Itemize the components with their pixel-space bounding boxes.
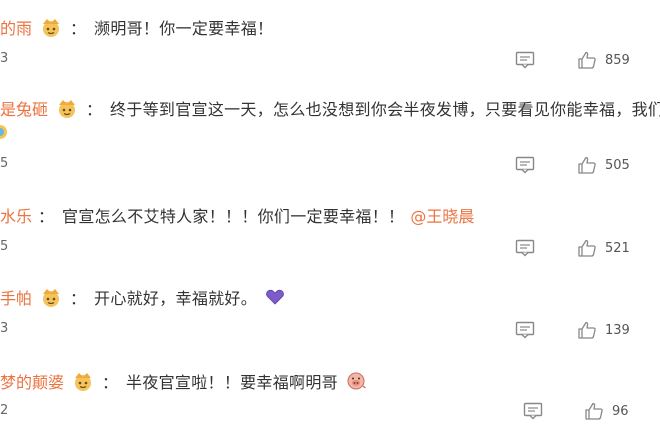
crown-badge-icon [38,286,64,308]
like-count: 521 [605,240,630,256]
comment-username[interactable]: 水乐 [0,203,32,227]
comment-meta: 3 [0,51,9,66]
comment-icon[interactable] [515,321,535,339]
thumbs-up-icon[interactable] [577,239,597,257]
comment-meta: 5 [0,156,9,171]
like-button[interactable]: 96 [584,402,629,420]
comment-username[interactable]: 手帕 [0,285,32,309]
comment-username[interactable]: 梦的颠婆 [0,369,64,393]
comment-colon: ： [86,100,103,119]
emoji-icon [0,125,7,139]
comment-icon[interactable] [523,402,543,420]
thumbs-up-icon[interactable] [577,156,597,174]
comment-meta: 2 [0,403,9,418]
comment-colon: ： [70,289,87,308]
crown-badge-icon [70,370,96,392]
comment-username[interactable]: 是兔砸 [0,96,48,120]
pig-face-emoji [346,371,366,391]
comment-text: 半夜官宣啦！！要幸福啊明哥 [126,373,338,392]
comment-meta: 3 [0,321,9,336]
like-count: 505 [605,157,630,173]
comment-colon: ： [102,373,119,392]
comment-text: 终于等到官宣这一天，怎么也没想到你会半夜发博，只要看见你能幸福，我们也 [110,100,660,119]
comment-text: 官宣怎么不艾特人家！！！你们一定要幸福！！ [62,207,405,226]
comment-meta: 5 [0,239,9,254]
purple-heart-emoji [265,287,285,307]
comment-icon[interactable] [515,156,535,174]
comment-text: 濒明哥！你一定要幸福！ [94,19,274,38]
like-button[interactable]: 859 [577,51,630,69]
thumbs-up-icon[interactable] [577,51,597,69]
like-button[interactable]: 521 [577,239,630,257]
comment-icon[interactable] [515,51,535,69]
comment-username[interactable]: 的雨 [0,15,32,39]
comment-colon: ： [70,19,87,38]
mention-link[interactable]: @王晓晨 [410,203,474,227]
crown-badge-icon [38,16,64,38]
like-count: 859 [605,52,630,68]
like-count: 139 [605,322,630,338]
thumbs-up-icon[interactable] [577,321,597,339]
crown-badge-icon [54,97,80,119]
like-count: 96 [612,403,629,419]
comment-text: 开心就好，幸福就好。 [94,289,258,308]
comment-colon: ： [38,207,55,226]
thumbs-up-icon[interactable] [584,402,604,420]
like-button[interactable]: 139 [577,321,630,339]
like-button[interactable]: 505 [577,156,630,174]
comment-icon[interactable] [515,239,535,257]
